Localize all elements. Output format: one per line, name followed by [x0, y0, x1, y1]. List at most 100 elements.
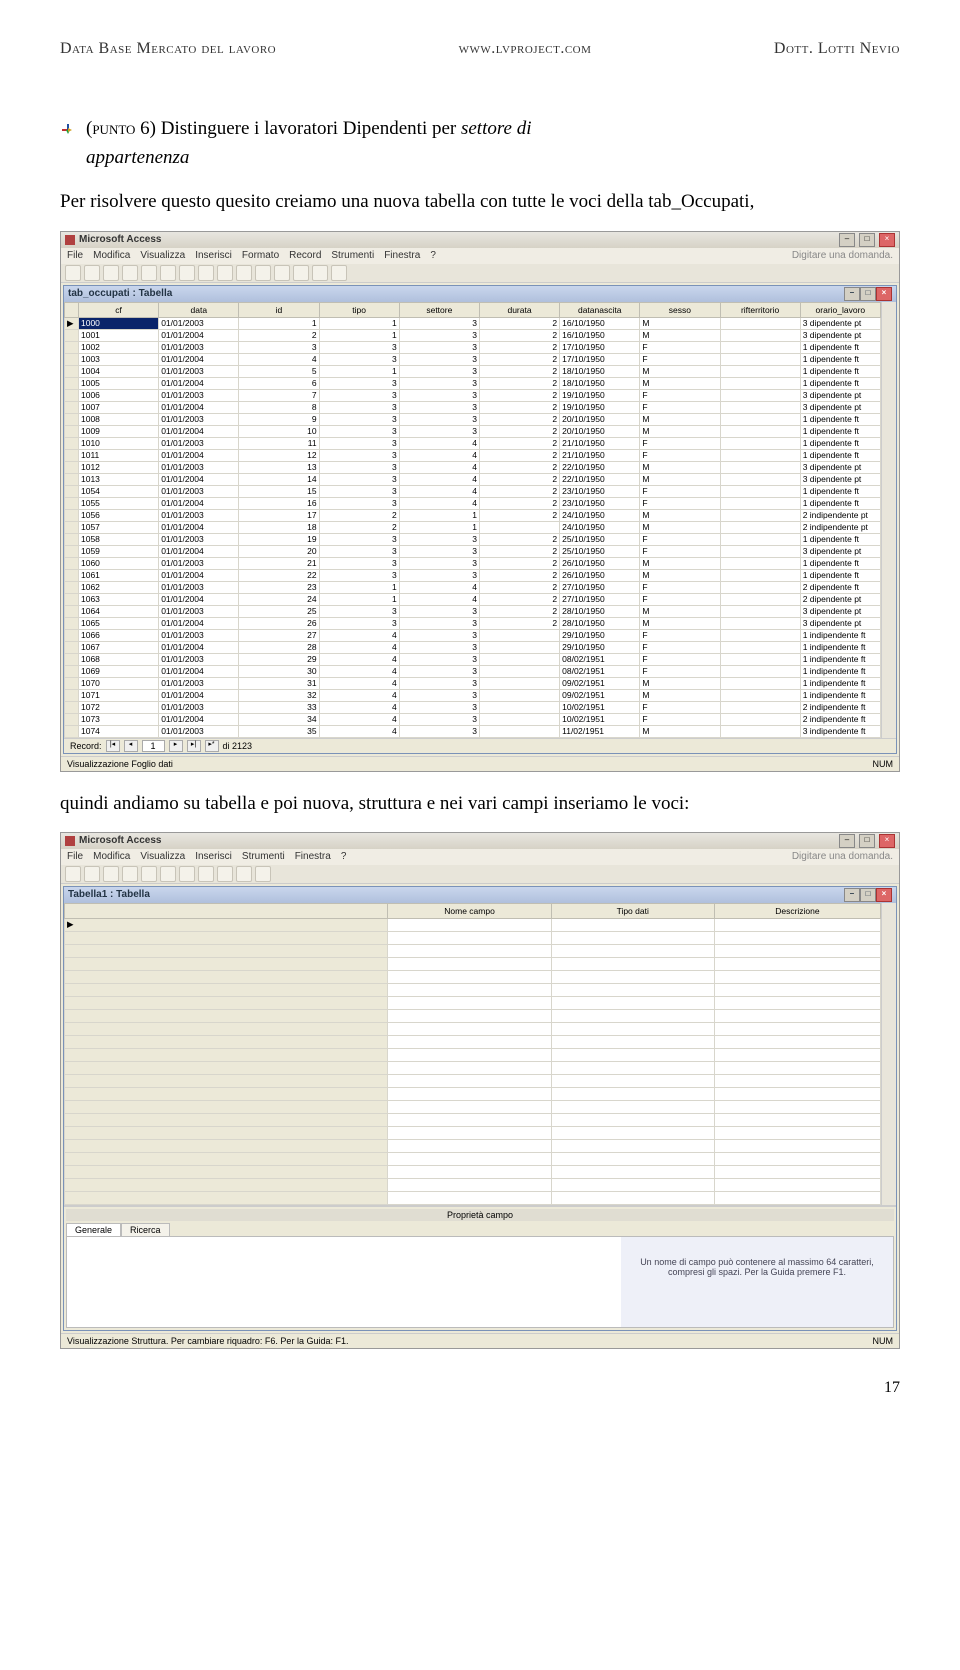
col-nome-campo[interactable]: Nome campo	[388, 903, 551, 918]
toolbar-button[interactable]	[312, 265, 328, 281]
subwindow-title: tab_occupati : Tabella – □ ×	[64, 286, 896, 302]
nav-prev-icon[interactable]: ◂	[124, 740, 138, 752]
menu-finestra[interactable]: Finestra	[295, 851, 331, 862]
data-table[interactable]: cf data id tipo settore durata datanasci…	[64, 302, 881, 738]
toolbar-button[interactable]	[160, 265, 176, 281]
menu-file[interactable]: File	[67, 250, 83, 261]
nav-last-icon[interactable]: ▸|	[187, 740, 201, 752]
header-left: Data Base Mercato del lavoro	[60, 40, 276, 58]
menu-record[interactable]: Record	[289, 250, 321, 261]
properties-grid[interactable]	[67, 1237, 621, 1327]
nav-new-icon[interactable]: ▸*	[205, 740, 219, 752]
toolbar-button[interactable]	[84, 866, 100, 882]
toolbar-button[interactable]	[141, 866, 157, 882]
header-center: www.lvproject.com	[459, 40, 592, 58]
toolbar-button[interactable]	[141, 265, 157, 281]
col-tipo-dati[interactable]: Tipo dati	[551, 903, 714, 918]
toolbar-button[interactable]	[198, 265, 214, 281]
statusbar: Visualizzazione Foglio dati NUM	[61, 756, 899, 771]
toolbar-button[interactable]	[217, 265, 233, 281]
toolbar-button[interactable]	[255, 265, 271, 281]
maximize-button[interactable]: □	[859, 834, 875, 848]
close-button[interactable]: ×	[879, 233, 895, 247]
menu-strumenti[interactable]: Strumenti	[331, 250, 374, 261]
menu-modifica[interactable]: Modifica	[93, 250, 130, 261]
col-sesso[interactable]: sesso	[640, 302, 720, 317]
tab-ricerca[interactable]: Ricerca	[121, 1223, 170, 1236]
col-data[interactable]: data	[159, 302, 239, 317]
menu-visualizza[interactable]: Visualizza	[140, 851, 185, 862]
menu-inserisci[interactable]: Inserisci	[195, 250, 232, 261]
app-title: Microsoft Access	[79, 234, 161, 245]
menu-help[interactable]: ?	[430, 250, 436, 261]
toolbar-button[interactable]	[160, 866, 176, 882]
col-settore[interactable]: settore	[399, 302, 479, 317]
toolbar-button[interactable]	[122, 265, 138, 281]
sub-minimize[interactable]: –	[844, 888, 860, 902]
close-button[interactable]: ×	[879, 834, 895, 848]
col-rifterritorio[interactable]: rifterritorio	[720, 302, 800, 317]
vertical-scrollbar[interactable]	[881, 302, 896, 738]
record-position[interactable]: 1	[142, 740, 165, 752]
col-id[interactable]: id	[239, 302, 319, 317]
bullet-heading: (punto 6) Distinguere i lavoratori Dipen…	[60, 118, 900, 140]
tab-generale[interactable]: Generale	[66, 1223, 121, 1236]
toolbar-button[interactable]	[103, 866, 119, 882]
toolbar-button[interactable]	[217, 866, 233, 882]
col-datanascita[interactable]: datanascita	[560, 302, 640, 317]
toolbar-button[interactable]	[236, 265, 252, 281]
menu-finestra[interactable]: Finestra	[384, 250, 420, 261]
nav-first-icon[interactable]: |◂	[106, 740, 120, 752]
toolbar-button[interactable]	[255, 866, 271, 882]
toolbar	[61, 264, 899, 283]
menu-visualizza[interactable]: Visualizza	[140, 250, 185, 261]
record-navigator: Record: |◂ ◂ 1 ▸ ▸| ▸* di 2123	[64, 738, 896, 753]
toolbar-button[interactable]	[122, 866, 138, 882]
access-app-icon	[65, 235, 75, 245]
menu-modifica[interactable]: Modifica	[93, 851, 130, 862]
toolbar-button[interactable]	[198, 866, 214, 882]
col-orario[interactable]: orario_lavoro	[800, 302, 880, 317]
access-design-screenshot: Microsoft Access – □ × File Modifica Vis…	[60, 832, 900, 1349]
toolbar-button[interactable]	[84, 265, 100, 281]
help-search-box[interactable]: Digitare una domanda.	[792, 250, 893, 261]
menu-help[interactable]: ?	[341, 851, 347, 862]
intro-line2: appartenenza	[86, 142, 900, 174]
maximize-button[interactable]: □	[859, 233, 875, 247]
vertical-scrollbar[interactable]	[881, 903, 896, 1205]
access-app-icon	[65, 836, 75, 846]
sub-close[interactable]: ×	[876, 888, 892, 902]
toolbar-button[interactable]	[103, 265, 119, 281]
toolbar-button[interactable]	[65, 265, 81, 281]
toolbar-button[interactable]	[274, 265, 290, 281]
menu-inserisci[interactable]: Inserisci	[195, 851, 232, 862]
status-text: Visualizzazione Foglio dati	[67, 759, 173, 769]
properties-hint: Un nome di campo può contenere al massim…	[621, 1237, 893, 1327]
toolbar-button[interactable]	[236, 866, 252, 882]
col-durata[interactable]: durata	[479, 302, 559, 317]
toolbar-button[interactable]	[293, 265, 309, 281]
titlebar: Microsoft Access – □ ×	[61, 232, 899, 248]
toolbar-button[interactable]	[331, 265, 347, 281]
col-tipo[interactable]: tipo	[319, 302, 399, 317]
minimize-button[interactable]: –	[839, 233, 855, 247]
record-label: Record:	[70, 741, 102, 751]
menu-file[interactable]: File	[67, 851, 83, 862]
sub-close[interactable]: ×	[876, 287, 892, 301]
subwindow-title: Tabella1 : Tabella – □ ×	[64, 887, 896, 903]
toolbar-button[interactable]	[179, 265, 195, 281]
sub-maximize[interactable]: □	[860, 287, 876, 301]
sub-minimize[interactable]: –	[844, 287, 860, 301]
design-grid[interactable]: Nome campo Tipo dati Descrizione ▶	[64, 903, 881, 1205]
col-cf[interactable]: cf	[79, 302, 159, 317]
minimize-button[interactable]: –	[839, 834, 855, 848]
help-search-box[interactable]: Digitare una domanda.	[792, 851, 893, 862]
toolbar-button[interactable]	[65, 866, 81, 882]
toolbar-button[interactable]	[179, 866, 195, 882]
menu-formato[interactable]: Formato	[242, 250, 279, 261]
col-descrizione[interactable]: Descrizione	[714, 903, 880, 918]
nav-next-icon[interactable]: ▸	[169, 740, 183, 752]
sub-maximize[interactable]: □	[860, 888, 876, 902]
titlebar: Microsoft Access – □ ×	[61, 833, 899, 849]
menu-strumenti[interactable]: Strumenti	[242, 851, 285, 862]
